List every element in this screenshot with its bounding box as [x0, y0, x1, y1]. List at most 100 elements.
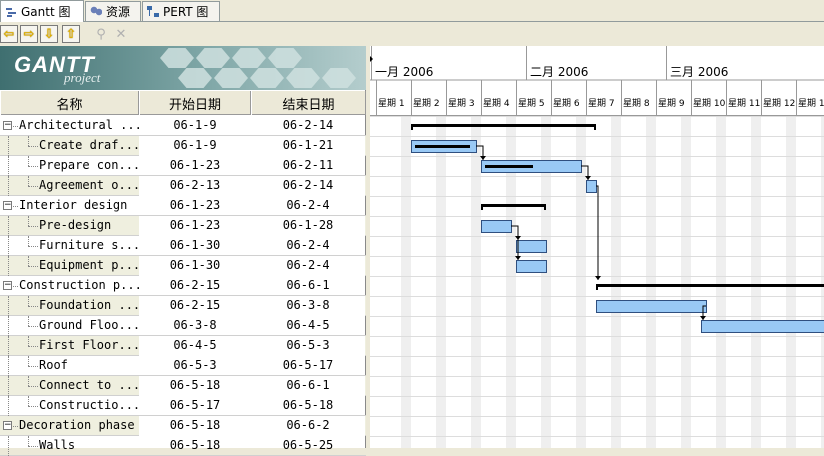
- task-name-cell[interactable]: Connect to ...: [0, 376, 139, 396]
- task-start-date[interactable]: 06-1-9: [139, 136, 251, 156]
- task-start-date[interactable]: 06-1-23: [139, 216, 251, 236]
- task-start-date[interactable]: 06-3-8: [139, 316, 251, 336]
- task-name-cell[interactable]: Create draf...: [0, 136, 139, 156]
- arrow-down-button[interactable]: ⇩: [40, 25, 58, 43]
- task-start-date[interactable]: 06-1-30: [139, 256, 251, 276]
- tab-gantt[interactable]: Gantt 图: [0, 0, 84, 22]
- task-row[interactable]: Walls06-5-1806-5-25: [0, 436, 366, 456]
- task-start-date[interactable]: 06-5-18: [139, 416, 251, 436]
- task-row[interactable]: −Construction p...06-2-1506-6-1: [0, 276, 366, 296]
- task-start-date[interactable]: 06-1-30: [139, 236, 251, 256]
- task-name-cell[interactable]: First Floor...: [0, 336, 139, 356]
- task-start-date[interactable]: 06-4-5: [139, 336, 251, 356]
- collapse-toggle-icon[interactable]: −: [3, 201, 12, 210]
- task-end-date[interactable]: 06-6-1: [251, 276, 365, 296]
- unlink-icon: ✕: [116, 28, 127, 41]
- column-header-name[interactable]: 名称: [0, 91, 139, 115]
- task-row[interactable]: Pre-design06-1-2306-1-28: [0, 216, 366, 236]
- task-row[interactable]: −Interior design06-1-2306-2-4: [0, 196, 366, 216]
- task-end-date[interactable]: 06-1-21: [251, 136, 365, 156]
- task-end-date[interactable]: 06-6-2: [251, 416, 365, 436]
- task-name: Interior design: [19, 196, 127, 215]
- weekend-band: [611, 116, 621, 448]
- task-start-date[interactable]: 06-5-3: [139, 356, 251, 376]
- task-name: Agreement o...: [39, 176, 139, 195]
- task-end-date[interactable]: 06-3-8: [251, 296, 365, 316]
- task-name-cell[interactable]: Furniture s...: [0, 236, 139, 256]
- task-end-date[interactable]: 06-2-11: [251, 156, 365, 176]
- task-name-cell[interactable]: Pre-design: [0, 216, 139, 236]
- task-start-date[interactable]: 06-5-17: [139, 396, 251, 416]
- task-name-cell[interactable]: −Architectural ...: [0, 116, 139, 136]
- week-label: 星期 13: [798, 98, 824, 109]
- task-start-date[interactable]: 06-2-15: [139, 276, 251, 296]
- task-end-date[interactable]: 06-5-18: [251, 396, 365, 416]
- arrow-up-button[interactable]: ⇧: [62, 25, 80, 43]
- task-start-date[interactable]: 06-2-13: [139, 176, 251, 196]
- task-name: Prepare con...: [39, 156, 139, 175]
- task-row[interactable]: Agreement o...06-2-1306-2-14: [0, 176, 366, 196]
- tree-connector: [28, 406, 38, 407]
- task-name-cell[interactable]: Equipment p...: [0, 256, 139, 276]
- task-row[interactable]: First Floor...06-4-506-5-3: [0, 336, 366, 356]
- collapse-toggle-icon[interactable]: −: [3, 281, 12, 290]
- task-end-date[interactable]: 06-5-25: [251, 436, 365, 456]
- task-name: First Floor...: [39, 336, 139, 355]
- tree-connector: [28, 216, 29, 226]
- task-start-date[interactable]: 06-5-18: [139, 376, 251, 396]
- task-row[interactable]: Prepare con...06-1-2306-2-11: [0, 156, 366, 176]
- arrow-left-button[interactable]: ⇦: [0, 25, 18, 43]
- task-row[interactable]: Create draf...06-1-906-1-21: [0, 136, 366, 156]
- task-row[interactable]: Equipment p...06-1-3006-2-4: [0, 256, 366, 276]
- task-end-date[interactable]: 06-6-1: [251, 376, 365, 396]
- collapse-toggle-icon[interactable]: −: [3, 121, 12, 130]
- task-name: Architectural ...: [19, 116, 139, 135]
- tree-connector: [8, 236, 9, 256]
- task-end-date[interactable]: 06-2-14: [251, 176, 365, 196]
- task-name-cell[interactable]: Ground Floo...: [0, 316, 139, 336]
- task-end-date[interactable]: 06-5-17: [251, 356, 365, 376]
- tab-resources[interactable]: 资源: [85, 1, 141, 21]
- task-row[interactable]: Constructio...06-5-1706-5-18: [0, 396, 366, 416]
- weekend-band: [786, 116, 796, 448]
- task-name-cell[interactable]: Roof: [0, 356, 139, 376]
- unlink-button[interactable]: ✕: [112, 25, 130, 43]
- task-row[interactable]: −Decoration phase06-5-1806-6-2: [0, 416, 366, 436]
- task-name-cell[interactable]: Constructio...: [0, 396, 139, 416]
- column-header-end[interactable]: 结束日期: [251, 91, 366, 115]
- task-end-date[interactable]: 06-4-5: [251, 316, 365, 336]
- task-start-date[interactable]: 06-1-23: [139, 156, 251, 176]
- task-end-date[interactable]: 06-2-4: [251, 256, 365, 276]
- task-row[interactable]: Roof06-5-306-5-17: [0, 356, 366, 376]
- task-start-date[interactable]: 06-1-23: [139, 196, 251, 216]
- task-name-cell[interactable]: Agreement o...: [0, 176, 139, 196]
- task-row[interactable]: Connect to ...06-5-1806-6-1: [0, 376, 366, 396]
- arrow-right-button[interactable]: ⇨: [20, 25, 38, 43]
- task-start-date[interactable]: 06-1-9: [139, 116, 251, 136]
- task-start-date[interactable]: 06-2-15: [139, 296, 251, 316]
- tab-pert[interactable]: PERT 图: [142, 1, 220, 21]
- collapse-toggle-icon[interactable]: −: [3, 421, 12, 430]
- week-label: 星期 8: [623, 98, 650, 109]
- weekend-band: [646, 116, 656, 448]
- task-table: GANTT project 名称 开始日期 结束日期 −Architectura…: [0, 46, 366, 448]
- task-row[interactable]: Foundation ...06-2-1506-3-8: [0, 296, 366, 316]
- task-end-date[interactable]: 06-5-3: [251, 336, 365, 356]
- task-row[interactable]: Furniture s...06-1-3006-2-4: [0, 236, 366, 256]
- task-end-date[interactable]: 06-2-4: [251, 236, 365, 256]
- column-header-start[interactable]: 开始日期: [139, 91, 251, 115]
- task-row[interactable]: −Architectural ...06-1-906-2-14: [0, 116, 366, 136]
- task-name-cell[interactable]: Prepare con...: [0, 156, 139, 176]
- task-name-cell[interactable]: Walls: [0, 436, 139, 456]
- task-name-cell[interactable]: −Construction p...: [0, 276, 139, 296]
- tab-label: PERT 图: [163, 3, 208, 20]
- task-name-cell[interactable]: Foundation ...: [0, 296, 139, 316]
- task-name-cell[interactable]: −Decoration phase: [0, 416, 139, 436]
- task-end-date[interactable]: 06-2-4: [251, 196, 365, 216]
- task-name-cell[interactable]: −Interior design: [0, 196, 139, 216]
- link-button[interactable]: ⚲: [92, 25, 110, 43]
- task-start-date[interactable]: 06-5-18: [139, 436, 251, 456]
- task-end-date[interactable]: 06-1-28: [251, 216, 365, 236]
- task-end-date[interactable]: 06-2-14: [251, 116, 365, 136]
- task-row[interactable]: Ground Floo...06-3-806-4-5: [0, 316, 366, 336]
